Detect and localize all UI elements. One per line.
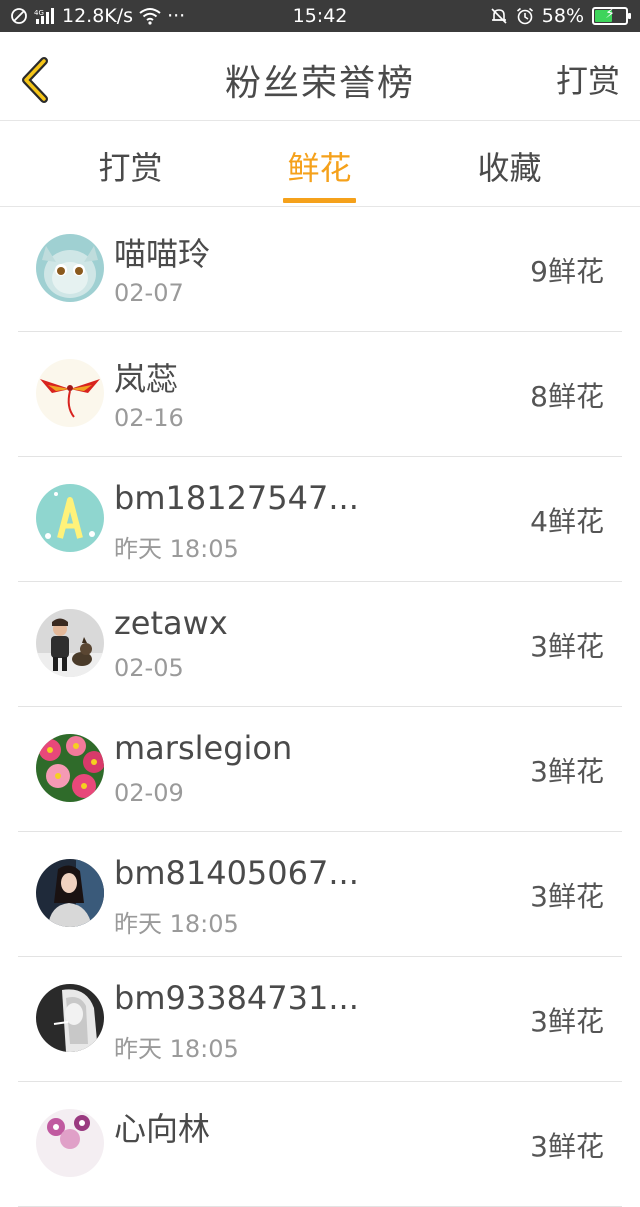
user-name: 喵喵玲	[114, 235, 211, 273]
gift-date: 昨天 18:05	[114, 910, 239, 938]
gift-date: 昨天 18:05	[114, 1035, 239, 1063]
tab-favorites-label: 收藏	[477, 149, 542, 187]
flower-count: 4鲜花	[530, 505, 604, 538]
flower-count: 3鲜花	[530, 1130, 604, 1163]
phoenix-avatar	[36, 359, 104, 427]
list-item[interactable]: 喵喵玲 02-07 9鲜花	[18, 207, 622, 332]
list-item[interactable]: bm18127547... 昨天 18:05 4鲜花	[18, 457, 622, 582]
user-name: zetawx	[114, 604, 228, 642]
gift-date: 02-09	[114, 779, 184, 807]
monochrome-portrait-avatar	[36, 984, 104, 1052]
floral-avatar	[36, 1109, 104, 1177]
letter-a-avatar	[36, 484, 104, 552]
user-name: bm81405067...	[114, 854, 359, 892]
list-item[interactable]: bm93384731... 昨天 18:05 3鲜花	[18, 957, 622, 1082]
user-name: 心向林	[114, 1110, 211, 1148]
header-bar: 粉丝荣誉榜 打赏	[0, 32, 640, 121]
tab-reward[interactable]: 打赏	[24, 121, 237, 206]
status-bar: 4G 12.8K/s ··· 15:42 58% ⚡	[0, 0, 640, 32]
tab-flowers[interactable]: 鲜花	[213, 121, 426, 206]
list-item[interactable]: bm81405067... 昨天 18:05 3鲜花	[18, 832, 622, 957]
gift-date: 02-16	[114, 404, 184, 432]
battery-icon: ⚡	[592, 6, 631, 25]
cartoon-cat-avatar	[36, 234, 104, 302]
tab-reward-label: 打赏	[98, 149, 163, 187]
flower-count: 8鲜花	[530, 380, 604, 413]
flower-count: 9鲜花	[530, 255, 604, 288]
list-item[interactable]: 心向林 3鲜花	[18, 1082, 622, 1207]
page-title: 粉丝荣誉榜	[224, 63, 415, 104]
reward-button[interactable]: 打赏	[556, 56, 620, 102]
flowers-avatar	[36, 734, 104, 802]
mute-bell-icon	[490, 7, 508, 25]
tab-flowers-label: 鲜花	[283, 143, 356, 203]
charging-bolt-icon: ⚡	[605, 6, 615, 22]
list-item[interactable]: marslegion 02-09 3鲜花	[18, 707, 622, 832]
flower-count: 3鲜花	[530, 1005, 604, 1038]
battery-percent: 58%	[541, 5, 584, 27]
gift-date: 02-07	[114, 279, 184, 307]
list-item[interactable]: 岚蕊 02-16 8鲜花	[18, 332, 622, 457]
flower-count: 3鲜花	[530, 880, 604, 913]
user-name: marslegion	[114, 729, 293, 767]
fan-ranking-list: 喵喵玲 02-07 9鲜花 岚蕊 02-16 8鲜花 bm18127547...…	[0, 207, 640, 1207]
flower-count: 3鲜花	[530, 630, 604, 663]
child-with-dog-avatar	[36, 609, 104, 677]
tab-bar: 打赏 鲜花 收藏	[0, 121, 640, 207]
tab-favorites[interactable]: 收藏	[403, 121, 616, 206]
flower-count: 3鲜花	[530, 755, 604, 788]
user-name: 岚蕊	[114, 360, 179, 398]
status-bar-right: 58% ⚡	[490, 4, 631, 28]
alarm-icon	[516, 7, 534, 25]
user-name: bm18127547...	[114, 479, 359, 517]
gift-date: 02-05	[114, 654, 184, 682]
gift-date: 昨天 18:05	[114, 535, 239, 563]
list-item[interactable]: zetawx 02-05 3鲜花	[18, 582, 622, 707]
user-name: bm93384731...	[114, 979, 359, 1017]
girl-photo-avatar	[36, 859, 104, 927]
